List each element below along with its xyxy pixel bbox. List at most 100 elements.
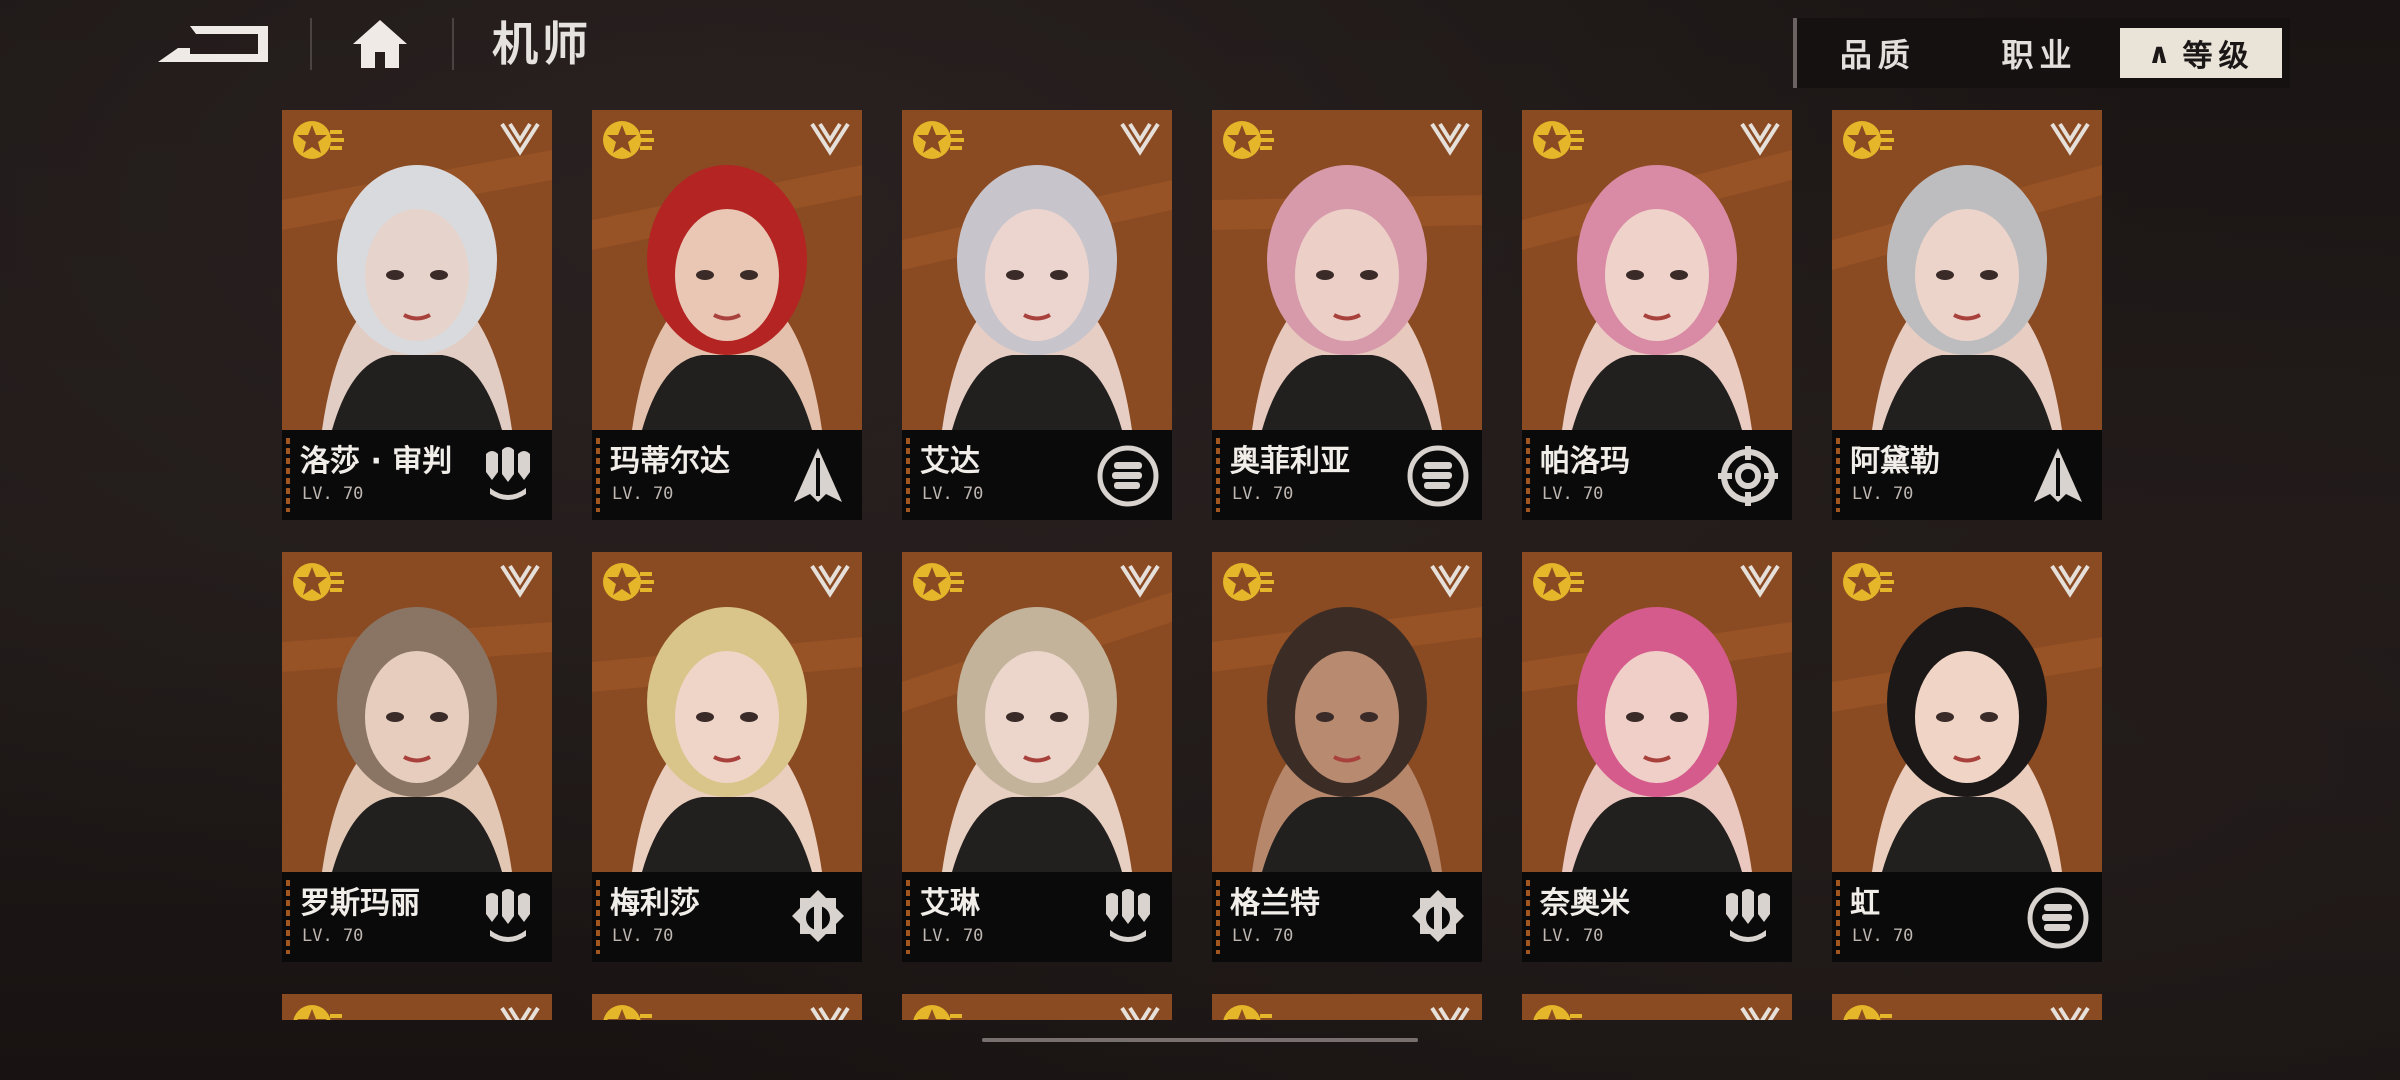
back-button[interactable] — [150, 18, 275, 70]
home-icon — [353, 20, 407, 68]
faction-icon — [1738, 118, 1782, 158]
star-rank-icon — [1220, 560, 1274, 604]
character-card[interactable]: 艾达 LV. 70 — [902, 110, 1172, 520]
character-card[interactable] — [1832, 994, 2102, 1020]
character-card[interactable]: 洛莎 · 审判 LV. 70 — [282, 110, 552, 520]
header-divider — [310, 18, 312, 70]
spear-icon — [786, 444, 850, 508]
star-rank-icon — [1220, 1002, 1274, 1020]
character-level: LV. 70 — [1852, 926, 1914, 946]
faction-icon — [808, 560, 852, 600]
faction-icon — [1428, 1002, 1472, 1020]
card-info: 梅利莎 LV. 70 — [592, 872, 862, 962]
character-card[interactable]: 罗斯玛丽 LV. 70 — [282, 552, 552, 962]
card-info: 奈奥米 LV. 70 — [1522, 872, 1792, 962]
card-info: 玛蒂尔达 LV. 70 — [592, 430, 862, 520]
faction-icon — [1738, 560, 1782, 600]
character-level: LV. 70 — [1542, 484, 1604, 504]
character-card[interactable]: 艾琳 LV. 70 — [902, 552, 1172, 962]
card-info: 格兰特 LV. 70 — [1212, 872, 1482, 962]
star-rank-icon — [1840, 1002, 1894, 1020]
star-rank-icon — [290, 118, 344, 162]
card-info: 艾达 LV. 70 — [902, 430, 1172, 520]
card-info: 艾琳 LV. 70 — [902, 872, 1172, 962]
star-rank-icon — [1530, 560, 1584, 604]
card-info: 奥菲利亚 LV. 70 — [1212, 430, 1482, 520]
character-card[interactable]: 阿黛勒 LV. 70 — [1832, 110, 2102, 520]
character-name: 虹 — [1850, 886, 1880, 921]
spear-icon — [2026, 444, 2090, 508]
scrollbar-thumb[interactable] — [982, 1038, 1418, 1042]
character-level: LV. 70 — [1542, 926, 1604, 946]
faction-icon — [1738, 1002, 1782, 1020]
star-rank-icon — [1530, 1002, 1584, 1020]
character-card[interactable] — [902, 994, 1172, 1020]
tab-quality-label: 品质 — [1839, 36, 1916, 74]
character-card[interactable] — [282, 994, 552, 1020]
character-name: 奈奥米 — [1540, 886, 1630, 921]
star-rank-icon — [1840, 560, 1894, 604]
character-card[interactable]: 奥菲利亚 LV. 70 — [1212, 110, 1482, 520]
tab-profession[interactable]: 职业 — [1959, 18, 2121, 88]
tab-level-label: 等级 — [2182, 39, 2255, 74]
character-level: LV. 70 — [1232, 484, 1294, 504]
character-card[interactable]: 格兰特 LV. 70 — [1212, 552, 1482, 962]
star-rank-icon — [290, 560, 344, 604]
missile-icon — [1096, 886, 1160, 950]
character-level: LV. 70 — [1852, 484, 1914, 504]
scrollbar[interactable] — [982, 1038, 1418, 1042]
character-level: LV. 70 — [922, 926, 984, 946]
character-level: LV. 70 — [612, 926, 674, 946]
faction-icon — [2048, 118, 2092, 158]
faction-icon — [2048, 1002, 2092, 1020]
character-name: 罗斯玛丽 — [300, 886, 420, 921]
missile-icon — [476, 886, 540, 950]
star-rank-icon — [1220, 118, 1274, 162]
star-rank-icon — [1530, 118, 1584, 162]
tab-quality[interactable]: 品质 — [1797, 18, 1959, 88]
character-name: 玛蒂尔达 — [610, 444, 730, 479]
target-icon — [1716, 444, 1780, 508]
character-name: 阿黛勒 — [1850, 444, 1940, 479]
character-name: 奥菲利亚 — [1230, 444, 1350, 479]
character-card[interactable]: 奈奥米 LV. 70 — [1522, 552, 1792, 962]
character-name: 艾达 — [920, 444, 980, 479]
character-level: LV. 70 — [612, 484, 674, 504]
character-name: 格兰特 — [1230, 886, 1320, 921]
character-card[interactable] — [1212, 994, 1482, 1020]
wrench-icon — [1406, 886, 1470, 950]
star-rank-icon — [910, 560, 964, 604]
card-info: 帕洛玛 LV. 70 — [1522, 430, 1792, 520]
faction-icon — [808, 1002, 852, 1020]
character-grid: 洛莎 · 审判 LV. 70 玛蒂尔达 LV. 70 艾达 LV. 70 奥菲利… — [282, 110, 2102, 1020]
character-card[interactable] — [1522, 994, 1792, 1020]
sort-ascending-icon: ∧ — [2147, 36, 2177, 70]
character-card[interactable]: 帕洛玛 LV. 70 — [1522, 110, 1792, 520]
faction-icon — [498, 118, 542, 158]
faction-icon — [808, 118, 852, 158]
missile-icon — [1716, 886, 1780, 950]
character-level: LV. 70 — [1232, 926, 1294, 946]
star-rank-icon — [1840, 118, 1894, 162]
character-card[interactable]: 玛蒂尔达 LV. 70 — [592, 110, 862, 520]
home-button[interactable] — [345, 14, 415, 74]
star-rank-icon — [600, 560, 654, 604]
tab-profession-label: 职业 — [2001, 36, 2078, 74]
character-level: LV. 70 — [302, 484, 364, 504]
card-info: 罗斯玛丽 LV. 70 — [282, 872, 552, 962]
character-name: 艾琳 — [920, 886, 980, 921]
character-level: LV. 70 — [302, 926, 364, 946]
fist-icon — [1096, 444, 1160, 508]
character-name: 帕洛玛 — [1540, 444, 1630, 479]
faction-icon — [1118, 1002, 1162, 1020]
character-card[interactable] — [592, 994, 862, 1020]
faction-icon — [2048, 560, 2092, 600]
character-name: 梅利莎 — [610, 886, 700, 921]
wrench-icon — [786, 886, 850, 950]
faction-icon — [1118, 560, 1162, 600]
character-card[interactable]: 虹 LV. 70 — [1832, 552, 2102, 962]
star-rank-icon — [910, 1002, 964, 1020]
character-card[interactable]: 梅利莎 LV. 70 — [592, 552, 862, 962]
fist-icon — [1406, 444, 1470, 508]
tab-level[interactable]: ∧ 等级 — [2120, 28, 2283, 78]
